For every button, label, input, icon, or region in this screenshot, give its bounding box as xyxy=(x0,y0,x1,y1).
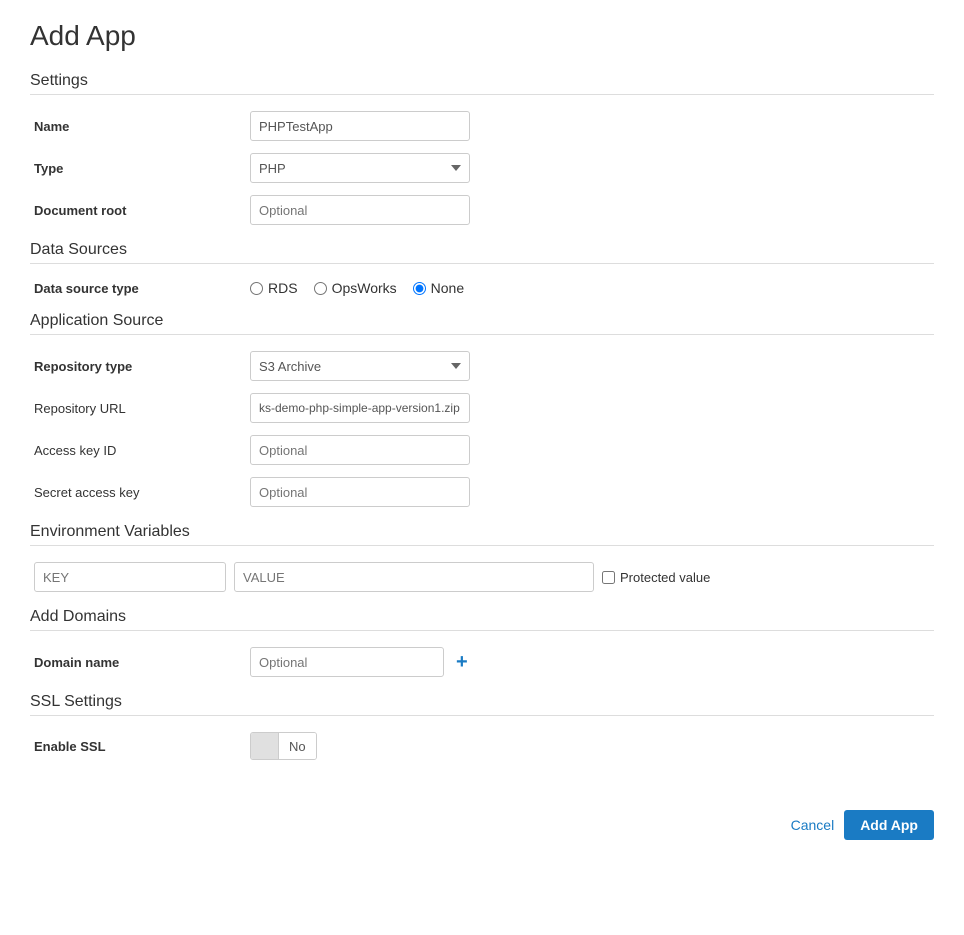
secret-access-key-field-group: Secret access key xyxy=(30,477,934,507)
access-key-id-label: Access key ID xyxy=(30,443,250,458)
add-domains-section-header: Add Domains xyxy=(30,608,934,626)
access-key-id-input[interactable] xyxy=(250,435,470,465)
data-sources-divider xyxy=(30,263,934,264)
name-field-group: Name xyxy=(30,111,934,141)
repository-url-field-group: Repository URL xyxy=(30,393,934,423)
protected-value-label: Protected value xyxy=(620,570,710,585)
env-variables-divider xyxy=(30,545,934,546)
env-variables-section-header: Environment Variables xyxy=(30,523,934,541)
repository-type-field-group: Repository type S3 Archive Git Subversio… xyxy=(30,351,934,381)
protected-value-checkbox-label[interactable]: Protected value xyxy=(602,570,710,585)
application-source-section-header: Application Source xyxy=(30,312,934,330)
ssl-toggle[interactable]: No xyxy=(250,732,317,760)
radio-opsworks-label: OpsWorks xyxy=(332,280,397,296)
ssl-toggle-label: No xyxy=(279,732,316,760)
type-select[interactable]: PHP Node.js Ruby Java Static xyxy=(250,153,470,183)
protected-value-checkbox[interactable] xyxy=(602,571,615,584)
radio-none-label: None xyxy=(431,280,464,296)
settings-divider xyxy=(30,94,934,95)
domain-name-input[interactable] xyxy=(250,647,444,677)
secret-access-key-label: Secret access key xyxy=(30,485,250,500)
radio-rds-label: RDS xyxy=(268,280,298,296)
data-source-type-radio-group: RDS OpsWorks None xyxy=(250,280,464,296)
repository-type-select[interactable]: S3 Archive Git Subversion HTTP Archive xyxy=(250,351,470,381)
enable-ssl-label: Enable SSL xyxy=(30,739,250,754)
type-label: Type xyxy=(30,161,250,176)
document-root-label: Document root xyxy=(30,203,250,218)
radio-rds-input[interactable] xyxy=(250,282,263,295)
enable-ssl-field-group: Enable SSL No xyxy=(30,732,934,760)
ssl-settings-divider xyxy=(30,715,934,716)
data-source-type-field-group: Data source type RDS OpsWorks None xyxy=(30,280,934,296)
radio-none-input[interactable] xyxy=(413,282,426,295)
env-variables-row: Protected value xyxy=(34,562,934,592)
type-field-group: Type PHP Node.js Ruby Java Static xyxy=(30,153,934,183)
repository-url-input[interactable] xyxy=(250,393,470,423)
add-app-button[interactable]: Add App xyxy=(844,810,934,840)
domain-name-field-group: Domain name + xyxy=(30,647,934,677)
add-domains-divider xyxy=(30,630,934,631)
env-key-input[interactable] xyxy=(34,562,226,592)
application-source-divider xyxy=(30,334,934,335)
radio-opsworks-input[interactable] xyxy=(314,282,327,295)
repository-url-label: Repository URL xyxy=(30,401,250,416)
access-key-id-field-group: Access key ID xyxy=(30,435,934,465)
data-sources-section-header: Data Sources xyxy=(30,241,934,259)
repository-type-label: Repository type xyxy=(30,359,250,374)
settings-section-header: Settings xyxy=(30,72,934,90)
document-root-field-group: Document root xyxy=(30,195,934,225)
radio-opsworks[interactable]: OpsWorks xyxy=(314,280,397,296)
radio-none[interactable]: None xyxy=(413,280,464,296)
document-root-input[interactable] xyxy=(250,195,470,225)
ssl-toggle-off-side xyxy=(251,732,279,760)
name-input[interactable] xyxy=(250,111,470,141)
domain-name-row: + xyxy=(250,647,472,677)
ssl-toggle-track[interactable]: No xyxy=(250,732,317,760)
name-label: Name xyxy=(30,119,250,134)
add-domain-button[interactable]: + xyxy=(452,652,472,672)
radio-rds[interactable]: RDS xyxy=(250,280,298,296)
page-title: Add App xyxy=(30,20,934,52)
env-value-input[interactable] xyxy=(234,562,594,592)
data-source-type-label: Data source type xyxy=(30,281,250,296)
secret-access-key-input[interactable] xyxy=(250,477,470,507)
footer: Cancel Add App xyxy=(30,800,934,840)
ssl-settings-section-header: SSL Settings xyxy=(30,693,934,711)
domain-name-label: Domain name xyxy=(30,655,250,670)
cancel-button[interactable]: Cancel xyxy=(791,817,835,833)
